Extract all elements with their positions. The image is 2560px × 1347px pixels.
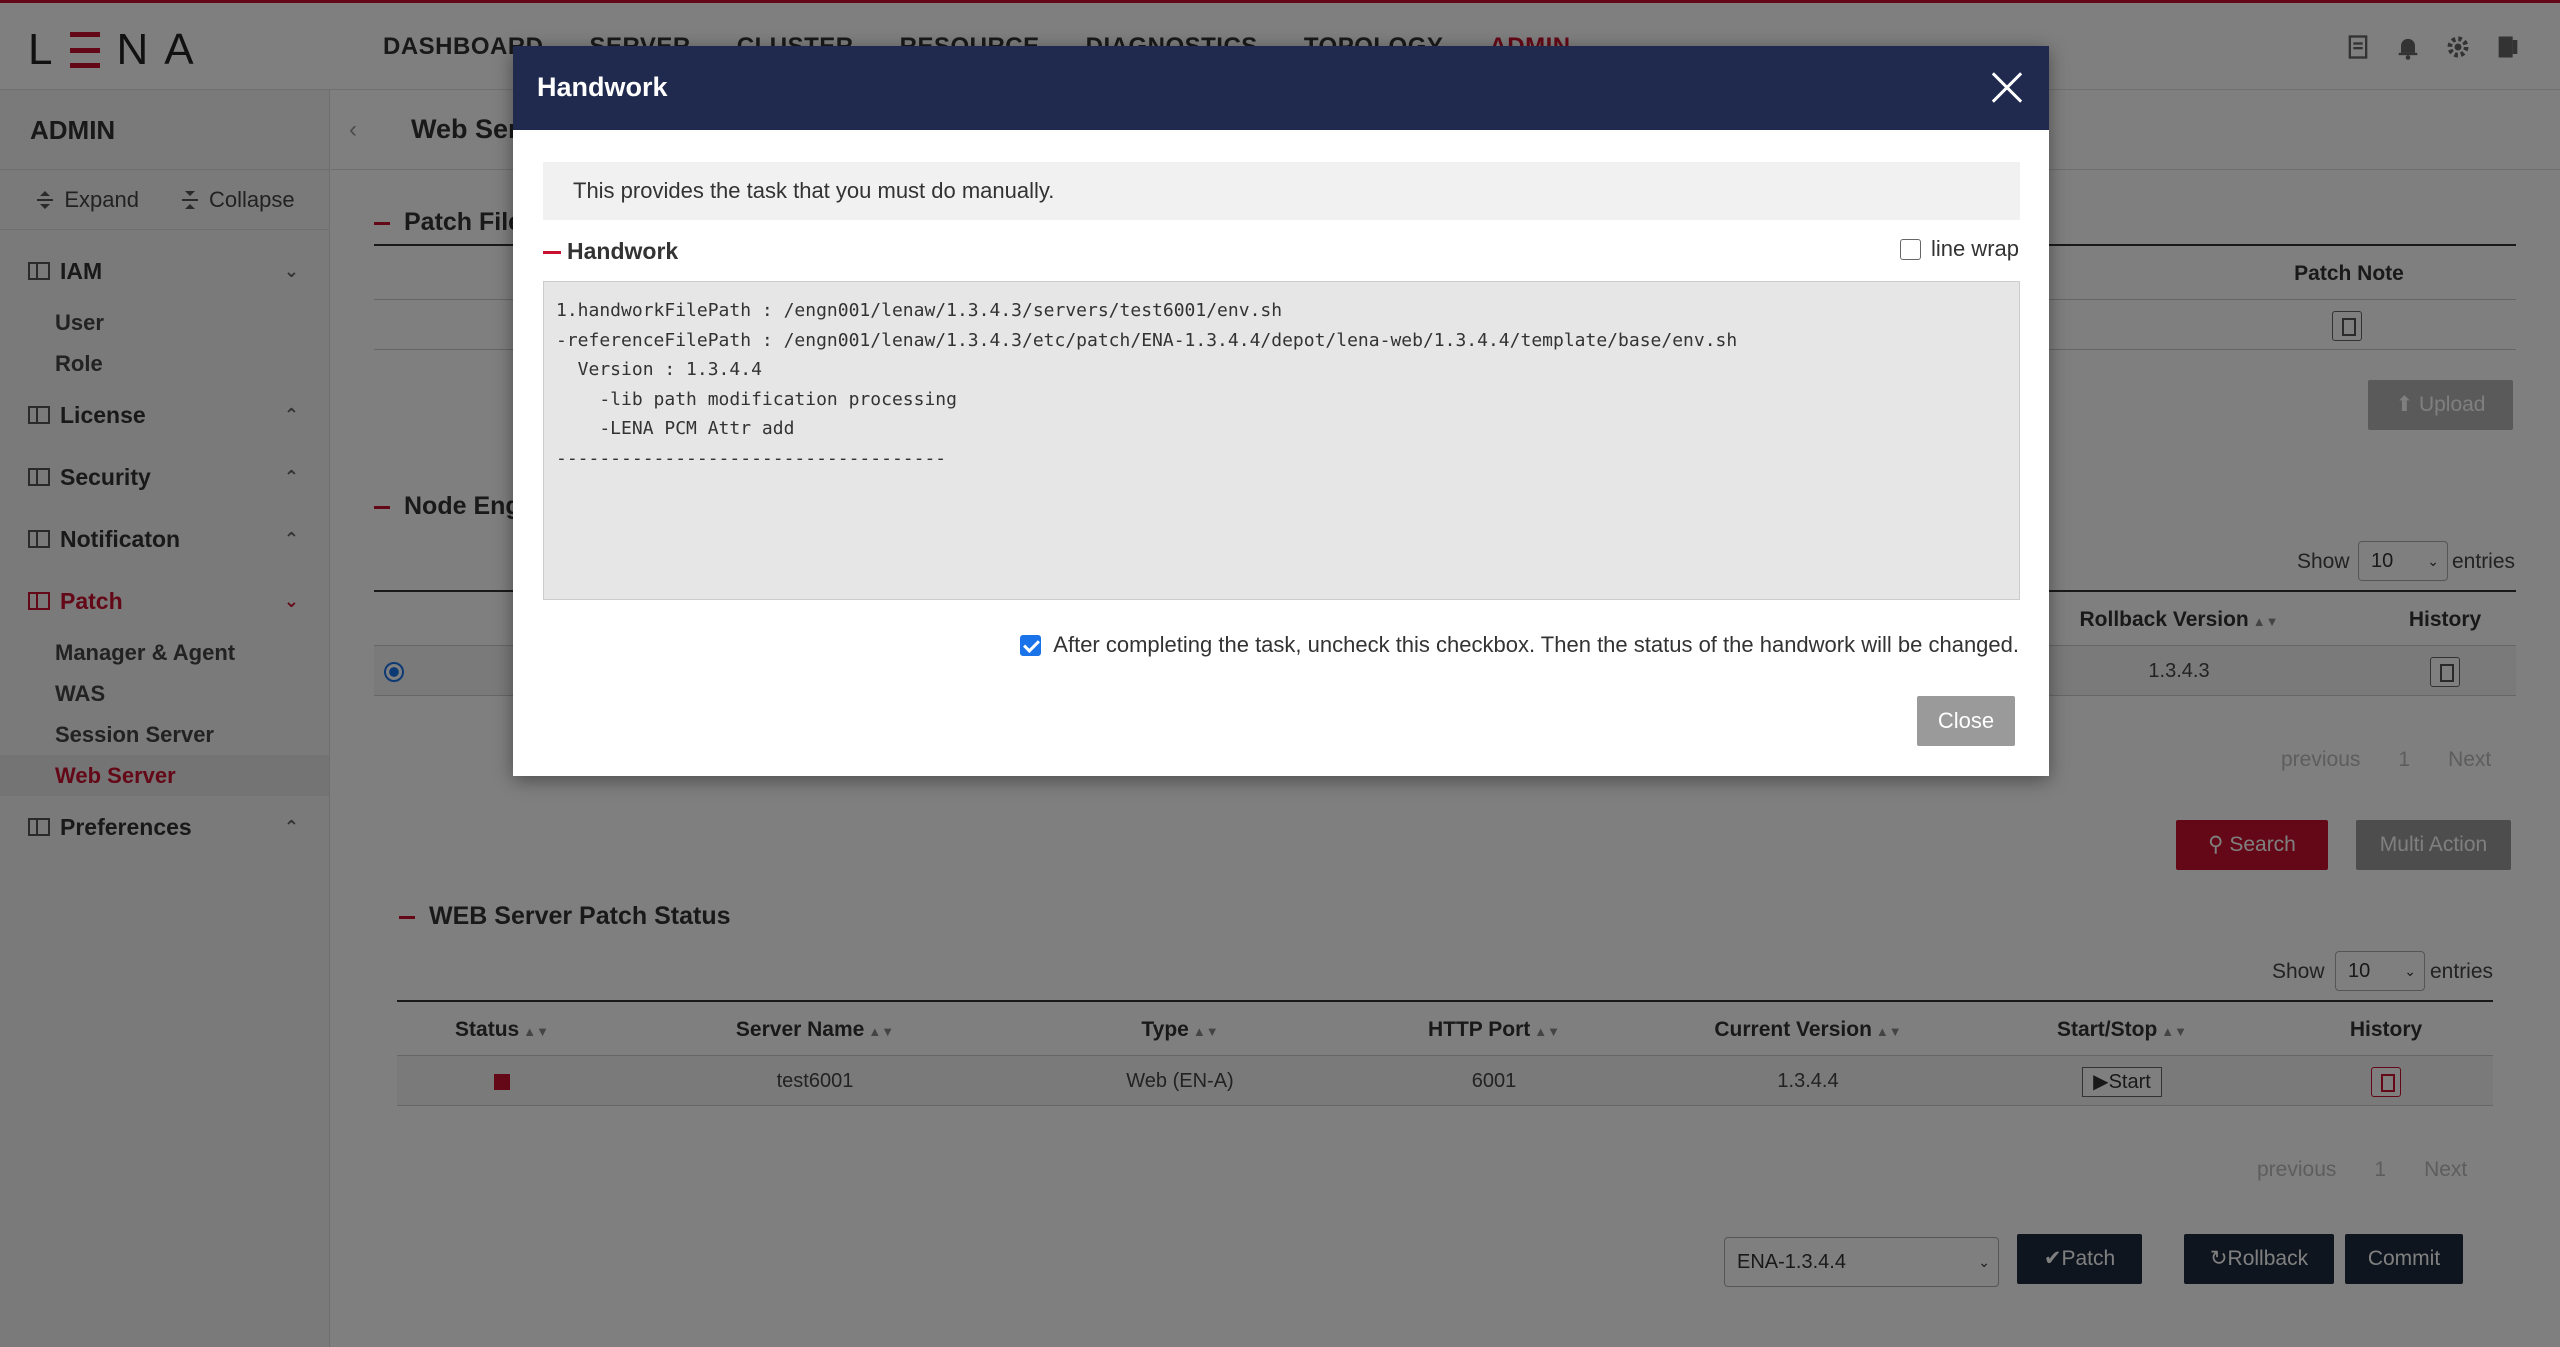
code-line: 1.handworkFilePath : /engn001/lenaw/1.3.… — [556, 300, 1283, 321]
handwork-confirm-option[interactable]: After completing the task, uncheck this … — [1020, 632, 2019, 658]
handwork-confirm-checkbox[interactable] — [1020, 634, 1042, 656]
code-line: -LENA PCM Attr add — [556, 418, 795, 439]
close-icon[interactable] — [1983, 64, 2031, 112]
modal-title: Handwork — [537, 72, 668, 102]
code-line: -referenceFilePath : /engn001/lenaw/1.3.… — [556, 329, 1738, 351]
line-wrap-option[interactable]: line wrap — [1899, 236, 2019, 262]
code-line: -lib path modification processing — [556, 388, 957, 410]
handwork-code-block[interactable]: 1.handworkFilePath : /engn001/lenaw/1.3.… — [543, 281, 2020, 600]
handwork-section-title: Handwork — [543, 238, 678, 265]
modal-notice: This provides the task that you must do … — [543, 162, 2020, 220]
line-wrap-label: line wrap — [1930, 236, 2019, 261]
close-button[interactable]: Close — [1917, 696, 2015, 746]
code-line: Version : 1.3.4.4 — [556, 359, 762, 380]
handwork-modal: Handwork This provides the task that you… — [513, 46, 2049, 776]
modal-header: Handwork — [513, 46, 2049, 130]
code-line: ------------------------------------ — [556, 447, 947, 469]
handwork-confirm-label: After completing the task, uncheck this … — [1053, 632, 2019, 657]
line-wrap-checkbox[interactable] — [1899, 238, 1921, 260]
